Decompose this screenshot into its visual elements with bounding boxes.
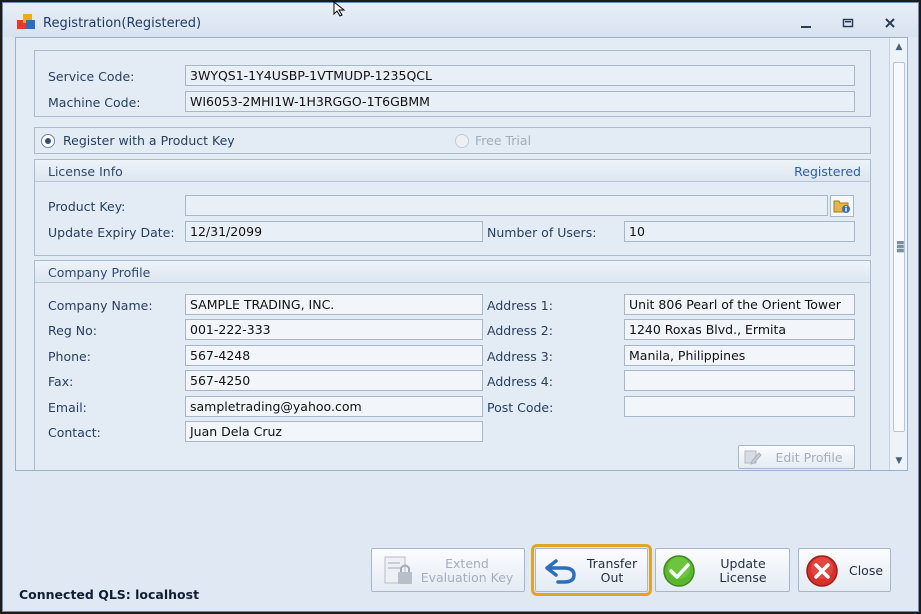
transfer-out-button[interactable]: Transfer Out [531, 544, 652, 596]
scroll-thumb[interactable]: ▬ ▬ ▬ [893, 62, 905, 432]
update-label-line2: License [719, 570, 767, 585]
company-profile-header: Company Profile [35, 261, 870, 283]
post-code-field[interactable] [624, 396, 855, 417]
product-key-option-label[interactable]: Register with a Product Key [63, 133, 235, 148]
company-name-label: Company Name: [48, 298, 153, 313]
address3-field[interactable]: Manila, Philippines [624, 345, 855, 366]
fax-label: Fax: [48, 374, 74, 389]
edit-profile-icon [744, 449, 762, 468]
post-code-label: Post Code: [487, 400, 554, 415]
reg-no-field[interactable]: 001-222-333 [185, 319, 483, 340]
registration-window: Registration(Registered) Service Code: 3… [2, 0, 919, 612]
close-window-icon[interactable] [879, 14, 901, 32]
number-of-users-label: Number of Users: [487, 225, 597, 240]
content-scroll-area: Service Code: 3WYQS1-1Y4USBP-1VTMUDP-123… [15, 37, 908, 471]
close-button[interactable]: Close [798, 548, 891, 592]
update-expiry-field[interactable]: 12/31/2099 [185, 221, 483, 242]
address4-field[interactable] [624, 370, 855, 391]
update-check-icon [662, 554, 696, 591]
license-info-title: License Info [48, 164, 123, 179]
service-code-label: Service Code: [48, 69, 135, 84]
license-info-header: License Info Registered [35, 160, 870, 182]
connection-status: Connected QLS: localhost [19, 587, 200, 602]
company-profile-title: Company Profile [48, 265, 151, 280]
restore-icon[interactable] [837, 14, 859, 32]
address4-label: Address 4: [487, 374, 553, 389]
machine-code-field[interactable]: WI6053-2MHI1W-1H3RGGO-1T6GBMM [185, 91, 855, 112]
reg-no-label: Reg No: [48, 323, 97, 338]
free-trial-option-label[interactable]: Free Trial [475, 133, 531, 148]
vertical-scrollbar[interactable]: ▲ ▬ ▬ ▬ ▼ [889, 38, 907, 470]
update-expiry-label: Update Expiry Date: [48, 225, 175, 240]
product-key-radio[interactable] [41, 134, 55, 148]
address1-label: Address 1: [487, 298, 553, 313]
address3-label: Address 3: [487, 349, 553, 364]
edit-profile-label: Edit Profile [775, 450, 843, 465]
address2-field[interactable]: 1240 Roxas Blvd., Ermita [624, 319, 855, 340]
edit-profile-button[interactable]: Edit Profile [738, 445, 855, 469]
scroll-up-icon[interactable]: ▲ [890, 42, 907, 52]
scroll-down-icon[interactable]: ▼ [890, 456, 907, 466]
extend-label-line2: Evaluation Key [420, 570, 514, 585]
license-info-panel: License Info Registered Product Key: Upd… [34, 159, 871, 256]
fax-field[interactable]: 567-4250 [185, 370, 483, 391]
transfer-label-line2: Out [600, 570, 624, 585]
address2-label: Address 2: [487, 323, 553, 338]
number-of-users-field[interactable]: 10 [624, 221, 855, 242]
service-code-field[interactable]: 3WYQS1-1Y4USBP-1VTMUDP-1235QCL [185, 65, 855, 86]
extend-label-line1: Extend [445, 556, 489, 571]
contact-field[interactable]: Juan Dela Cruz [185, 421, 483, 442]
window-title: Registration(Registered) [43, 16, 202, 31]
contact-label: Contact: [48, 425, 101, 440]
minimize-icon[interactable] [795, 14, 817, 32]
product-key-label: Product Key: [48, 199, 126, 214]
registration-option-panel: Register with a Product Key Free Trial [34, 127, 871, 154]
phone-label: Phone: [48, 349, 91, 364]
free-trial-radio[interactable] [455, 134, 469, 148]
address1-field[interactable]: Unit 806 Pearl of the Orient Tower [624, 294, 855, 315]
transfer-arrow-icon [544, 557, 578, 588]
company-name-field[interactable]: SAMPLE TRADING, INC. [185, 294, 483, 315]
app-icon [17, 14, 37, 30]
machine-code-label: Machine Code: [48, 95, 141, 110]
title-bar: Registration(Registered) [3, 0, 918, 37]
update-label-line1: Update [720, 556, 766, 571]
browse-key-icon[interactable] [830, 195, 854, 217]
extend-lock-icon [382, 555, 416, 590]
email-field[interactable]: sampletrading@yahoo.com [185, 396, 483, 417]
phone-field[interactable]: 567-4248 [185, 345, 483, 366]
update-license-button[interactable]: Update License [655, 548, 790, 592]
transfer-label-line1: Transfer [586, 556, 638, 571]
mouse-cursor-icon [333, 0, 349, 20]
close-x-icon [805, 554, 839, 591]
license-status: Registered [794, 164, 861, 179]
code-panel: Service Code: 3WYQS1-1Y4USBP-1VTMUDP-123… [34, 50, 871, 117]
close-label: Close [848, 563, 884, 578]
email-label: Email: [48, 400, 87, 415]
extend-evaluation-key-button[interactable]: Extend Evaluation Key [371, 548, 525, 592]
product-key-field[interactable] [185, 195, 828, 216]
company-profile-panel: Company Profile Company Name: SAMPLE TRA… [34, 260, 871, 470]
